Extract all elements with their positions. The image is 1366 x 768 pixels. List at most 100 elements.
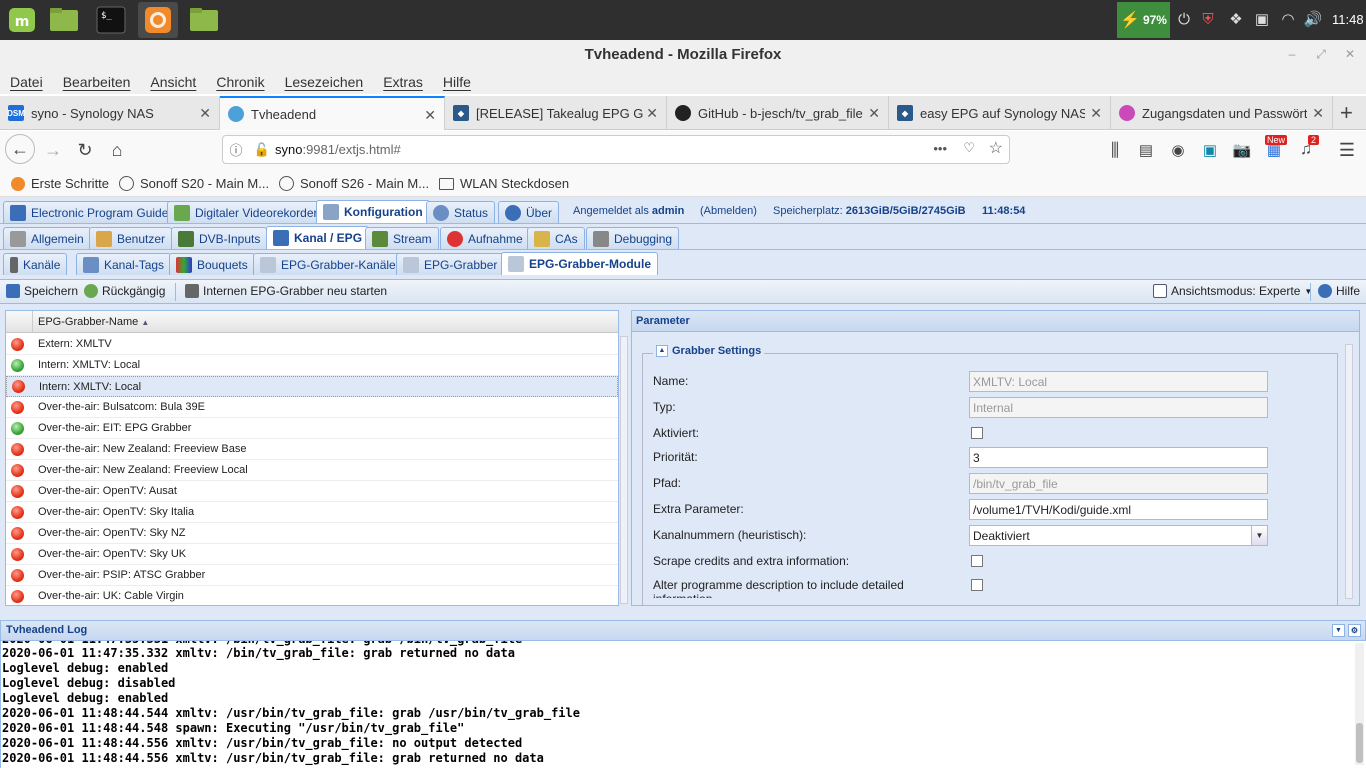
file-manager-icon[interactable] xyxy=(44,2,84,38)
type-field[interactable]: Internal xyxy=(969,397,1268,418)
battery-indicator[interactable]: ⚡ 97% xyxy=(1117,2,1170,38)
info-icon[interactable]: ⓘ xyxy=(223,140,249,159)
close-tab-icon[interactable]: ✕ xyxy=(199,105,211,122)
clipboard-icon[interactable]: ▣ xyxy=(1252,10,1272,30)
bookmark-erste-schritte[interactable]: Erste Schritte xyxy=(11,176,109,191)
tab-kanaele[interactable]: Kanäle xyxy=(3,253,68,275)
grid-row[interactable]: Over-the-air: PSIP: ATSC Grabber xyxy=(6,565,618,586)
param-scrollbar[interactable] xyxy=(1345,344,1353,599)
volume-icon[interactable]: 🔊 xyxy=(1303,10,1323,30)
tab-benutzer[interactable]: Benutzer xyxy=(89,227,173,249)
grid-row[interactable]: Over-the-air: OpenTV: Ausat xyxy=(6,481,618,502)
channel-numbers-select[interactable]: Deaktiviert ▼ xyxy=(969,525,1268,546)
mint-menu-icon[interactable]: m xyxy=(2,2,42,38)
tab-synology[interactable]: DSM syno - Synology NAS ✕ xyxy=(0,96,220,130)
tab-status[interactable]: Status xyxy=(426,201,496,223)
menu-extras[interactable]: Extras xyxy=(383,74,423,90)
menu-lesezeichen[interactable]: Lesezeichen xyxy=(285,74,364,90)
log-scroll-thumb[interactable] xyxy=(1356,723,1363,763)
firefox-icon[interactable] xyxy=(138,2,178,38)
insecure-lock-icon[interactable]: 🔓 xyxy=(249,142,275,158)
undo-button[interactable]: Rückgängig xyxy=(84,284,165,298)
tab-tvheadend[interactable]: Tvheadend ✕ xyxy=(220,96,445,130)
alter-description-checkbox[interactable] xyxy=(971,579,983,591)
logout-link[interactable]: (Abmelden) xyxy=(700,205,757,217)
grid-row[interactable]: Over-the-air: OpenTV: Sky UK xyxy=(6,544,618,565)
sidebar-icon[interactable]: ▤ xyxy=(1131,135,1161,165)
tab-kanal-tags[interactable]: Kanal-Tags xyxy=(76,253,172,275)
grid-row[interactable]: Intern: XMLTV: Local xyxy=(6,355,618,376)
restart-grabber-button[interactable]: Internen EPG-Grabber neu starten xyxy=(185,284,387,298)
tab-zugangsdaten[interactable]: Zugangsdaten und Passwört ✕ xyxy=(1111,96,1333,130)
tab-takealug[interactable]: ◆ [RELEASE] Takealug EPG Grab ✕ xyxy=(445,96,667,130)
grid-row[interactable]: Over-the-air: New Zealand: Freeview Base xyxy=(6,439,618,460)
wifi-icon[interactable]: ◠ xyxy=(1278,10,1298,30)
tab-cas[interactable]: CAs xyxy=(527,227,585,249)
tab-epg-grabber[interactable]: EPG-Grabber xyxy=(396,253,505,275)
tab-ueber[interactable]: Über xyxy=(498,201,560,223)
menu-chronik[interactable]: Chronik xyxy=(216,74,264,90)
log-scrollbar[interactable] xyxy=(1355,643,1364,765)
grid-row[interactable]: Over-the-air: EIT: EPG Grabber xyxy=(6,418,618,439)
bookmark-sonoff-s26[interactable]: Sonoff S26 - Main M... xyxy=(279,176,429,191)
grid-row[interactable]: Over-the-air: UK: Cable Virgin xyxy=(6,586,618,605)
folder-icon[interactable] xyxy=(184,2,224,38)
log-settings-icon[interactable]: ⚙ xyxy=(1348,624,1361,637)
close-tab-icon[interactable]: ✕ xyxy=(868,105,880,122)
menu-datei[interactable]: Datei xyxy=(10,74,43,90)
tab-bouquets[interactable]: Bouquets xyxy=(169,253,255,275)
bookmark-sonoff-s20[interactable]: Sonoff S20 - Main M... xyxy=(119,176,269,191)
tab-allgemein[interactable]: Allgemein xyxy=(3,227,91,249)
hamburger-menu-icon[interactable]: ☰ xyxy=(1332,135,1362,165)
home-icon[interactable]: ⌂ xyxy=(102,135,132,165)
tab-konfiguration[interactable]: Konfiguration xyxy=(316,200,430,223)
new-tab-icon[interactable]: + xyxy=(1340,100,1353,126)
reload-icon[interactable]: ↻ xyxy=(70,135,100,165)
screenshot-extension-icon[interactable]: ▣ xyxy=(1195,135,1225,165)
minimize-icon[interactable]: – xyxy=(1281,40,1303,70)
priority-field[interactable]: 3 xyxy=(969,447,1268,468)
power-icon[interactable]: ⏻ xyxy=(1174,10,1194,30)
account-icon[interactable]: ◉ xyxy=(1163,135,1193,165)
tab-dvb-inputs[interactable]: DVB-Inputs xyxy=(171,227,268,249)
tab-epg-grabber-kanaele[interactable]: EPG-Grabber-Kanäle xyxy=(253,253,403,275)
tab-github[interactable]: GitHub - b-jesch/tv_grab_file ✕ xyxy=(667,96,889,130)
extra-params-field[interactable]: /volume1/TVH/Kodi/guide.xml xyxy=(969,499,1268,520)
path-field[interactable]: /bin/tv_grab_file xyxy=(969,473,1268,494)
grid-row[interactable]: Over-the-air: New Zealand: Freeview Loca… xyxy=(6,460,618,481)
grid-row[interactable]: Over-the-air: OpenTV: Sky Italia xyxy=(6,502,618,523)
tab-dvr[interactable]: Digitaler Videorekorder xyxy=(167,201,325,223)
chevron-down-icon[interactable]: ▼ xyxy=(1251,526,1267,545)
clock[interactable]: 11:48 xyxy=(1332,12,1364,27)
enabled-checkbox[interactable] xyxy=(971,427,983,439)
tab-epg-grabber-module[interactable]: EPG-Grabber-Module xyxy=(501,252,659,275)
collapse-log-icon[interactable]: ▼ xyxy=(1332,624,1345,637)
tab-stream[interactable]: Stream xyxy=(365,227,439,249)
tab-kanal-epg[interactable]: Kanal / EPG xyxy=(266,226,370,249)
grid-row[interactable]: Intern: XMLTV: Local xyxy=(6,376,618,397)
menu-bearbeiten[interactable]: Bearbeiten xyxy=(63,74,131,90)
grid-scrollbar[interactable] xyxy=(620,336,628,604)
page-actions-icon[interactable]: ••• xyxy=(933,141,947,156)
pocket-icon[interactable]: ♡ xyxy=(963,140,975,156)
fieldset-legend[interactable]: ▲ Grabber Settings xyxy=(653,345,765,357)
close-tab-icon[interactable]: ✕ xyxy=(424,107,436,124)
url-bar[interactable]: ⓘ 🔓 syno :9981/extjs.html# ••• ♡ ☆ xyxy=(222,135,1010,164)
dropbox-icon[interactable]: ❖ xyxy=(1226,10,1246,30)
collapse-icon[interactable]: ▲ xyxy=(656,345,668,357)
help-button[interactable]: Hilfe xyxy=(1318,284,1360,298)
menu-hilfe[interactable]: Hilfe xyxy=(443,74,471,90)
bookmark-star-icon[interactable]: ☆ xyxy=(989,138,1003,158)
library-icon[interactable]: ⫼ xyxy=(1100,135,1130,165)
tab-epg[interactable]: Electronic Program Guide xyxy=(3,201,176,223)
close-tab-icon[interactable]: ✕ xyxy=(646,105,658,122)
tab-debugging[interactable]: Debugging xyxy=(586,227,680,249)
bookmark-wlan-steckdosen[interactable]: WLAN Steckdosen xyxy=(439,176,569,191)
view-mode-select[interactable]: Ansichtsmodus: Experte ▼ xyxy=(1153,284,1312,298)
close-tab-icon[interactable]: ✕ xyxy=(1312,105,1324,122)
close-tab-icon[interactable]: ✕ xyxy=(1090,105,1102,122)
forward-icon[interactable]: → xyxy=(38,135,68,165)
name-field[interactable]: XMLTV: Local xyxy=(969,371,1268,392)
camera-icon[interactable]: 📷 xyxy=(1227,135,1257,165)
tab-easy-epg[interactable]: ◆ easy EPG auf Synology NAS - ✕ xyxy=(889,96,1111,130)
